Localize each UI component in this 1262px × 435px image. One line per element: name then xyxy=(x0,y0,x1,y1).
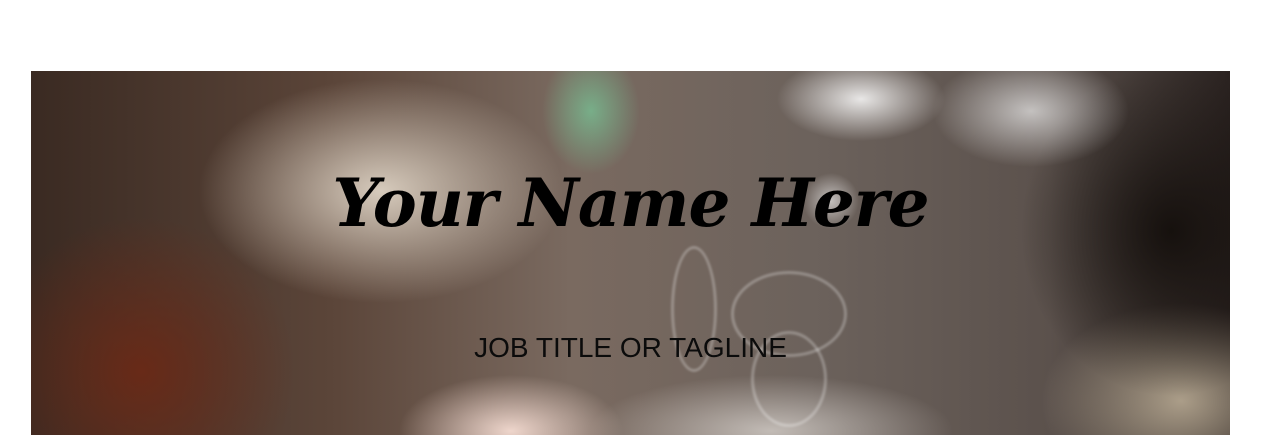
hero-tagline: JOB TITLE OR TAGLINE xyxy=(474,332,787,363)
page: Your Name Here JOB TITLE OR TAGLINE xyxy=(0,0,1262,435)
hero-content: Your Name Here JOB TITLE OR TAGLINE xyxy=(31,71,1230,435)
hero-name-heading: Your Name Here xyxy=(332,164,929,242)
hero-banner: Your Name Here JOB TITLE OR TAGLINE xyxy=(31,71,1230,435)
